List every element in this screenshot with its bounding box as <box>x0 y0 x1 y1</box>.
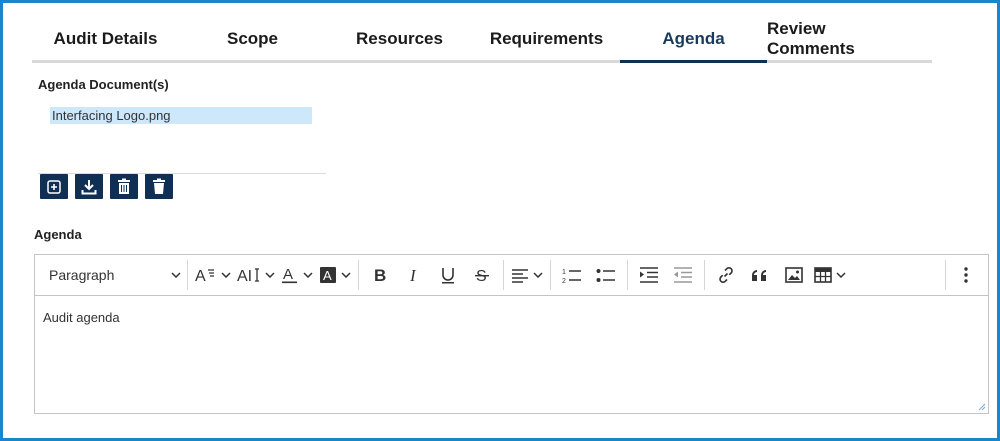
blockquote-button[interactable] <box>743 260 777 290</box>
toolbar-divider <box>627 260 628 290</box>
editor-content-area[interactable]: Audit agenda <box>35 296 988 413</box>
alignment-dropdown[interactable] <box>508 260 546 290</box>
toolbar-divider <box>704 260 705 290</box>
paragraph-format-value: Paragraph <box>49 267 115 283</box>
svg-text:1: 1 <box>562 269 566 276</box>
insert-table-dropdown[interactable] <box>811 260 849 290</box>
chevron-down-icon <box>265 272 275 278</box>
agenda-editor: Paragraph A AI A A B I S 1 2 Audit agend… <box>34 254 989 414</box>
numbered-list-icon: 1 2 <box>562 269 581 284</box>
document-list: Interfacing Logo.png <box>38 99 326 174</box>
add-icon <box>47 179 61 194</box>
outdent-icon <box>674 267 692 283</box>
download-document-button[interactable] <box>75 174 103 199</box>
chevron-down-icon <box>533 272 543 278</box>
font-size-icon: A <box>195 268 214 284</box>
bold-button[interactable]: B <box>363 260 397 290</box>
bulleted-list-icon <box>596 269 615 282</box>
paragraph-format-dropdown[interactable]: Paragraph <box>43 260 183 290</box>
indent-icon <box>640 267 658 283</box>
svg-text:I: I <box>409 266 417 284</box>
toolbar-divider <box>358 260 359 290</box>
document-actions <box>40 174 173 199</box>
link-icon <box>719 267 733 283</box>
tab-requirements[interactable]: Requirements <box>473 17 620 60</box>
italic-icon: I <box>409 266 417 284</box>
tab-resources[interactable]: Resources <box>326 17 473 60</box>
toolbar-divider <box>503 260 504 290</box>
delete-all-documents-button[interactable] <box>110 174 138 199</box>
font-size-dropdown[interactable]: A <box>192 260 234 290</box>
toolbar-divider <box>945 260 946 290</box>
tab-scope[interactable]: Scope <box>179 17 326 60</box>
chevron-down-icon <box>836 272 846 278</box>
strikethrough-button[interactable]: S <box>465 260 499 290</box>
app-frame: Audit Details Scope Resources Requiremen… <box>0 0 1000 441</box>
bulleted-list-button[interactable] <box>589 260 623 290</box>
background-color-icon: A <box>320 267 336 283</box>
delete-document-button[interactable] <box>145 174 173 199</box>
svg-text:2: 2 <box>562 278 566 284</box>
font-family-dropdown[interactable]: AI <box>234 260 278 290</box>
tab-agenda[interactable]: Agenda <box>620 17 767 63</box>
strikethrough-icon: S <box>475 268 489 284</box>
numbered-list-button[interactable]: 1 2 <box>555 260 589 290</box>
more-options-button[interactable] <box>955 260 977 290</box>
link-button[interactable] <box>709 260 743 290</box>
svg-text:AI: AI <box>237 268 252 284</box>
download-icon <box>81 179 97 194</box>
font-color-dropdown[interactable]: A <box>278 260 316 290</box>
underline-icon <box>442 268 454 284</box>
image-icon <box>785 267 803 283</box>
italic-button[interactable]: I <box>397 260 431 290</box>
background-color-dropdown[interactable]: A <box>316 260 354 290</box>
editor-toolbar: Paragraph A AI A A B I S 1 2 <box>35 255 988 296</box>
chevron-down-icon <box>171 272 181 278</box>
svg-text:A: A <box>323 268 332 283</box>
tab-review-comments[interactable]: Review Comments <box>767 17 914 60</box>
document-item[interactable]: Interfacing Logo.png <box>50 107 312 124</box>
resize-grip-icon[interactable] <box>978 403 986 411</box>
font-family-icon: AI <box>237 268 259 284</box>
agenda-documents-label: Agenda Document(s) <box>38 77 169 92</box>
underline-button[interactable] <box>431 260 465 290</box>
blockquote-icon <box>752 270 766 281</box>
agenda-label: Agenda <box>34 227 82 242</box>
delete-all-icon <box>118 178 130 194</box>
chevron-down-icon <box>303 272 313 278</box>
indent-button[interactable] <box>632 260 666 290</box>
add-document-button[interactable] <box>40 174 68 199</box>
svg-text:B: B <box>374 266 386 284</box>
delete-icon <box>153 178 165 194</box>
more-icon <box>964 267 968 283</box>
table-icon <box>814 267 832 283</box>
chevron-down-icon <box>221 272 231 278</box>
svg-text:A: A <box>195 268 206 284</box>
chevron-down-icon <box>341 272 351 278</box>
font-color-icon: A <box>282 266 297 284</box>
tab-audit-details[interactable]: Audit Details <box>32 17 179 60</box>
bold-icon: B <box>374 266 386 284</box>
toolbar-divider <box>187 260 188 290</box>
toolbar-divider <box>550 260 551 290</box>
outdent-button[interactable] <box>666 260 700 290</box>
editor-content-text: Audit agenda <box>43 310 120 325</box>
insert-image-button[interactable] <box>777 260 811 290</box>
align-icon <box>512 269 528 283</box>
svg-text:A: A <box>283 266 293 283</box>
tab-bar: Audit Details Scope Resources Requiremen… <box>32 17 932 63</box>
